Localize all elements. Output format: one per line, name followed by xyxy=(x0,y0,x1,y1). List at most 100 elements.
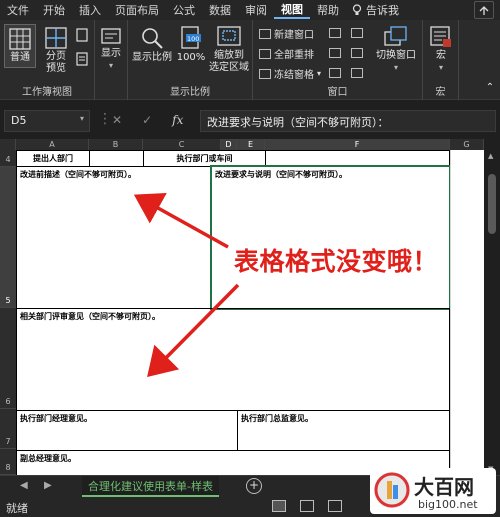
column-header-b[interactable]: B xyxy=(89,139,143,150)
ribbon: 普通 分页 预览 工作簿视图 显示 ▾ 显示比例 100 100% 缩放到 选定… xyxy=(0,20,500,100)
page-break-label-2: 预览 xyxy=(46,63,66,74)
enter-icon[interactable]: ✓ xyxy=(142,113,152,127)
split-icon[interactable] xyxy=(329,28,341,38)
page-break-label-1: 分页 xyxy=(46,51,66,62)
column-header-d[interactable]: D xyxy=(221,139,237,150)
new-window-button[interactable]: 新建窗口 xyxy=(259,26,314,41)
zoom-selection-label-1: 缩放到 xyxy=(214,50,244,61)
zoom-100-icon: 100 xyxy=(181,26,201,49)
menu-view[interactable]: 视图 xyxy=(274,1,310,19)
zoom-to-selection-button[interactable]: 缩放到 选定区域 xyxy=(208,26,250,74)
switch-window-button[interactable]: 切换窗口 ▾ xyxy=(371,26,421,74)
row-header-6[interactable]: 6 xyxy=(0,308,16,409)
sheet-tab-active[interactable]: 合理化建议使用表单-样表 xyxy=(82,476,219,497)
share-button[interactable] xyxy=(474,1,494,19)
add-sheet-button[interactable]: + xyxy=(246,478,262,494)
lightbulb-icon xyxy=(352,4,362,15)
menu-file[interactable]: 文件 xyxy=(0,2,36,18)
page-layout-icon xyxy=(76,28,88,42)
scroll-thumb[interactable] xyxy=(488,174,496,234)
cell-exec-director[interactable]: 执行部门总监意见。 xyxy=(237,410,450,451)
show-button[interactable]: 显示 ▾ xyxy=(97,28,125,72)
cell-related-review[interactable]: 相关部门评审意见（空间不够可附页）。 xyxy=(16,308,450,411)
vertical-scrollbar[interactable]: ▲ ▼ xyxy=(484,150,500,475)
zoom-100-button[interactable]: 100 100% xyxy=(176,26,206,64)
normal-view-button[interactable]: 普通 xyxy=(4,24,36,68)
freeze-dropdown-icon: ▾ xyxy=(317,69,322,78)
freeze-panes-icon xyxy=(259,68,271,79)
freeze-panes-button[interactable]: 冻结窗格 ▾ xyxy=(259,66,321,81)
status-ready: 就绪 xyxy=(6,502,28,515)
name-box-dropdown-icon[interactable]: ▾ xyxy=(80,114,84,123)
annotation-text: 表格格式没变哦！ xyxy=(234,247,439,276)
tell-me-label: 告诉我 xyxy=(366,4,399,17)
normal-view-icon xyxy=(9,28,31,50)
scroll-up-icon[interactable]: ▲ xyxy=(488,152,493,160)
page-layout-view-button[interactable] xyxy=(74,28,90,46)
select-all-corner[interactable] xyxy=(0,139,16,150)
cell-exec-manager[interactable]: 执行部门经理意见。 xyxy=(16,410,238,451)
column-header-f[interactable]: F xyxy=(265,139,450,150)
page-break-preview-button[interactable]: 分页 预览 xyxy=(41,24,71,78)
tell-me-search[interactable]: 告诉我 xyxy=(346,2,399,18)
reset-position-icon[interactable] xyxy=(351,68,363,78)
arrange-all-button[interactable]: 全部重排 xyxy=(259,46,314,61)
magnifier-icon xyxy=(142,28,163,49)
macro-dropdown-icon: ▾ xyxy=(438,63,443,72)
column-header-g[interactable]: G xyxy=(450,139,484,150)
row-header-5[interactable]: 5 xyxy=(0,167,16,308)
zoom-100-label: 100% xyxy=(176,52,206,63)
menu-help[interactable]: 帮助 xyxy=(310,2,346,18)
spreadsheet-grid[interactable]: A B C D E F G 4 5 6 7 8 提出人部门 执行部门或车间 改进… xyxy=(0,139,500,475)
menu-page-layout[interactable]: 页面布局 xyxy=(108,2,166,18)
formula-input[interactable]: 改进要求与说明（空间不够可附页）： xyxy=(200,110,496,132)
insert-function-icon[interactable]: fx xyxy=(172,113,183,127)
macro-button[interactable]: 宏 ▾ xyxy=(427,26,455,74)
row-header-7[interactable]: 7 xyxy=(0,409,16,449)
page-break-status-icon[interactable] xyxy=(328,500,342,512)
cancel-icon[interactable]: ✕ xyxy=(112,113,122,127)
show-group: 显示 ▾ xyxy=(95,20,128,100)
switch-window-icon xyxy=(384,26,407,46)
sync-scroll-icon[interactable] xyxy=(351,48,363,58)
new-window-label: 新建窗口 xyxy=(274,30,314,41)
collapse-ribbon-icon[interactable]: ⌃ xyxy=(484,82,496,94)
column-header-c[interactable]: C xyxy=(143,139,221,150)
page-break-icon xyxy=(45,27,67,49)
menu-home[interactable]: 开始 xyxy=(36,2,72,18)
menu-formulas[interactable]: 公式 xyxy=(166,2,202,18)
column-header-e[interactable]: E xyxy=(237,139,265,150)
macro-label: 宏 xyxy=(436,50,446,61)
unhide-icon[interactable] xyxy=(329,68,341,78)
watermark-logo-icon xyxy=(374,472,410,508)
menu-review[interactable]: 审阅 xyxy=(238,2,274,18)
menu-insert[interactable]: 插入 xyxy=(72,2,108,18)
zoom-button[interactable]: 显示比例 xyxy=(130,26,174,64)
workbook-views-group: 普通 分页 预览 工作簿视图 xyxy=(0,20,95,100)
page-layout-status-icon[interactable] xyxy=(300,500,314,512)
column-g-area[interactable] xyxy=(450,150,484,475)
prev-sheet-icon[interactable]: ◀ xyxy=(20,480,28,491)
cell-proposer-dept[interactable]: 提出人部门 xyxy=(16,150,90,167)
watermark-logo: 大百网 big100.net xyxy=(370,468,496,514)
show-label: 显示 xyxy=(101,48,121,59)
row-header-8[interactable]: 8 xyxy=(0,449,16,475)
view-side-by-side-icon[interactable] xyxy=(351,28,363,38)
next-sheet-icon[interactable]: ▶ xyxy=(44,480,52,491)
switch-window-dropdown-icon: ▾ xyxy=(393,63,398,72)
show-dropdown-icon: ▾ xyxy=(108,61,113,70)
sheet-content[interactable]: 提出人部门 执行部门或车间 改进前描述（空间不够可附页）。 改进要求与说明（空间… xyxy=(16,150,484,475)
macro-group-label: 宏 xyxy=(435,87,446,98)
arrange-all-icon xyxy=(259,48,271,59)
normal-view-status-icon[interactable] xyxy=(272,500,286,512)
window-group: 新建窗口 全部重排 冻结窗格 ▾ 切换窗口 ▾ 窗口 xyxy=(253,20,423,100)
hide-icon[interactable] xyxy=(329,48,341,58)
row-header-4[interactable]: 4 xyxy=(0,150,16,167)
menu-data[interactable]: 数据 xyxy=(202,2,238,18)
cell-proposer-dept-value[interactable] xyxy=(89,150,144,167)
cell-improve-desc[interactable]: 改进前描述（空间不够可附页）。 xyxy=(16,166,212,309)
custom-views-button[interactable] xyxy=(74,52,90,70)
column-header-a[interactable]: A xyxy=(16,139,89,150)
zoom-selection-icon xyxy=(217,26,241,46)
name-box[interactable]: D5 xyxy=(4,110,90,132)
